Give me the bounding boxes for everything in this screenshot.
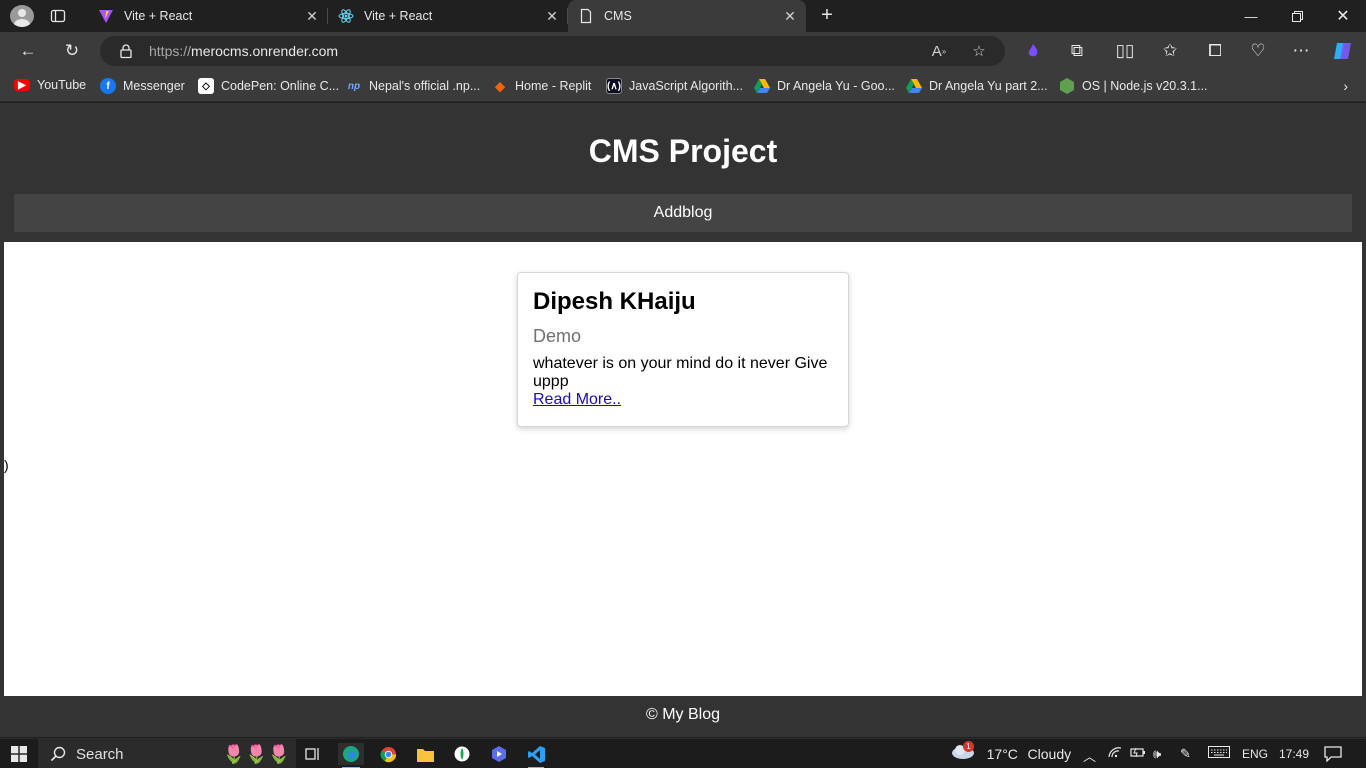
taskbar-search[interactable]: Search 🌷🌷🌷 (38, 739, 296, 768)
tab-title: Vite + React (124, 9, 193, 23)
react-icon (338, 8, 354, 24)
copilot-icon[interactable] (1331, 39, 1355, 63)
minimize-icon[interactable]: — (1228, 0, 1274, 32)
close-tab-icon[interactable]: ✕ (782, 8, 798, 24)
bookmark-angela-yu-1[interactable]: Dr Angela Yu - Goo... (754, 78, 895, 94)
blog-card-title: Dipesh KHaiju (533, 288, 696, 315)
blog-card: Dipesh KHaiju Demo whatever is on your m… (517, 272, 849, 427)
tab-strip: Vite + React ✕ Vite + React ✕ CMS ✕ + — … (0, 0, 1366, 32)
show-hidden-icons-chevron-icon[interactable]: ︿ (1083, 746, 1096, 765)
page-viewport: CMS Project Addblog Dipesh KHaiju Demo w… (4, 103, 1362, 737)
replit-icon: ⬥ (495, 77, 505, 94)
file-explorer-icon[interactable] (414, 743, 436, 765)
language-indicator[interactable]: ENG (1242, 747, 1268, 761)
tab-vite-react-2[interactable]: Vite + React ✕ (328, 0, 568, 32)
youtube-icon: ▶ (14, 79, 30, 91)
bookmark-messenger[interactable]: f Messenger (100, 78, 185, 94)
mongodb-compass-icon[interactable] (451, 743, 473, 765)
np-icon: np (347, 80, 361, 92)
tab-actions-icon[interactable] (50, 8, 66, 24)
battery-icon[interactable] (1130, 746, 1146, 761)
extensions-puzzle-icon[interactable]: ⧉ (1065, 39, 1089, 63)
tab-title: Vite + React (364, 9, 433, 23)
new-tab-icon[interactable]: + (816, 4, 838, 26)
stray-text: ) (4, 457, 9, 473)
blog-card-subtitle: Demo (533, 326, 582, 346)
addblog-link[interactable]: Addblog (654, 204, 713, 221)
window-frame-right (1362, 103, 1366, 737)
app-hexagon-icon[interactable] (488, 743, 510, 765)
close-tab-icon[interactable]: ✕ (304, 8, 320, 24)
clock[interactable]: 17:49 (1279, 747, 1309, 761)
vite-icon (98, 8, 114, 24)
collections-icon[interactable]: ⧠ (1203, 39, 1227, 63)
search-icon (50, 746, 66, 762)
pen-icon[interactable]: ✎ (1180, 746, 1191, 762)
weather-temperature: 17°C (986, 746, 1018, 762)
favorite-star-icon[interactable]: ☆ (970, 42, 988, 60)
notifications-icon[interactable] (1324, 746, 1342, 765)
url-text[interactable]: https://merocms.onrender.com (149, 43, 338, 59)
google-drive-icon (754, 78, 770, 94)
tulips-icon: 🌷🌷🌷 (222, 743, 290, 764)
extension-flame-icon[interactable] (1021, 39, 1045, 63)
close-tab-icon[interactable]: ✕ (544, 8, 560, 24)
bookmarks-bar: ▶ YouTube f Messenger ◇ CodePen: Online … (0, 70, 1366, 102)
tab-cms[interactable]: CMS ✕ (568, 0, 806, 32)
browser-toolbar: ← ↻ https://merocms.onrender.com A» ☆ ⧉ … (0, 32, 1366, 70)
bookmark-replit[interactable]: ⬥ Home - Replit (492, 78, 591, 94)
site-footer: © My Blog (4, 696, 1362, 737)
bookmark-codepen[interactable]: ◇ CodePen: Online C... (198, 78, 339, 94)
touch-keyboard-icon[interactable] (1208, 746, 1230, 761)
tab-vite-react-1[interactable]: Vite + React ✕ (88, 0, 328, 32)
network-icon[interactable] (1108, 746, 1122, 761)
vscode-taskbar-icon[interactable] (524, 743, 548, 768)
address-bar[interactable]: https://merocms.onrender.com A» ☆ (100, 36, 1005, 66)
tab-title: CMS (604, 9, 632, 23)
blog-card-description: whatever is on your mind do it never Giv… (533, 355, 828, 390)
back-icon[interactable]: ← (16, 39, 40, 63)
task-view-icon[interactable] (302, 743, 324, 765)
bookmark-angela-yu-2[interactable]: Dr Angela Yu part 2... (906, 78, 1048, 94)
volume-icon[interactable]: 🕪 (1153, 746, 1161, 762)
bookmark-javascript-algorithms[interactable]: (∧) JavaScript Algorith... (606, 78, 743, 94)
weather-widget[interactable]: 1 17°C Cloudy (951, 741, 1072, 762)
bookmark-youtube[interactable]: ▶ YouTube (14, 78, 86, 92)
read-aloud-icon[interactable]: A» (930, 42, 948, 60)
search-placeholder: Search (76, 745, 124, 763)
edge-taskbar-icon[interactable] (338, 743, 364, 768)
lock-icon[interactable] (118, 43, 134, 59)
more-options-icon[interactable]: ⋯ (1289, 39, 1313, 63)
browser-essentials-icon[interactable]: ♡ (1246, 39, 1270, 63)
restore-icon[interactable] (1274, 0, 1320, 32)
cloud-icon: 1 (951, 741, 977, 762)
close-window-icon[interactable]: ✕ (1320, 0, 1366, 32)
facebook-icon: f (100, 78, 116, 94)
page-title: CMS Project (588, 133, 778, 169)
split-screen-icon[interactable]: ▯▯ (1113, 39, 1137, 63)
site-nav: Addblog (14, 194, 1352, 232)
refresh-icon[interactable]: ↻ (60, 39, 84, 63)
google-drive-icon (906, 78, 922, 94)
weather-description: Cloudy (1027, 746, 1072, 762)
page-icon (578, 8, 594, 24)
weather-badge: 1 (963, 741, 974, 752)
site-header: CMS Project Addblog (4, 103, 1362, 242)
favorites-icon[interactable]: ✩ (1158, 39, 1182, 63)
codepen-icon: ◇ (198, 78, 214, 94)
windows-start-icon[interactable] (8, 743, 30, 765)
read-more-link[interactable]: Read More.. (533, 391, 621, 409)
chrome-taskbar-icon[interactable] (377, 743, 399, 765)
bookmark-nepal-np[interactable]: np Nepal's official .np... (346, 78, 480, 94)
freecodecamp-icon: (∧) (606, 78, 622, 94)
profile-avatar-icon[interactable] (10, 5, 34, 27)
bookmark-nodejs-os[interactable]: OS | Node.js v20.3.1... (1059, 78, 1208, 94)
bookmarks-overflow-chevron-icon[interactable]: › (1343, 78, 1348, 94)
nodejs-icon (1059, 78, 1075, 94)
taskbar: Search 🌷🌷🌷 1 17°C Cloudy ︿ 🕪 ✎ ENG 17:49 (0, 738, 1366, 768)
